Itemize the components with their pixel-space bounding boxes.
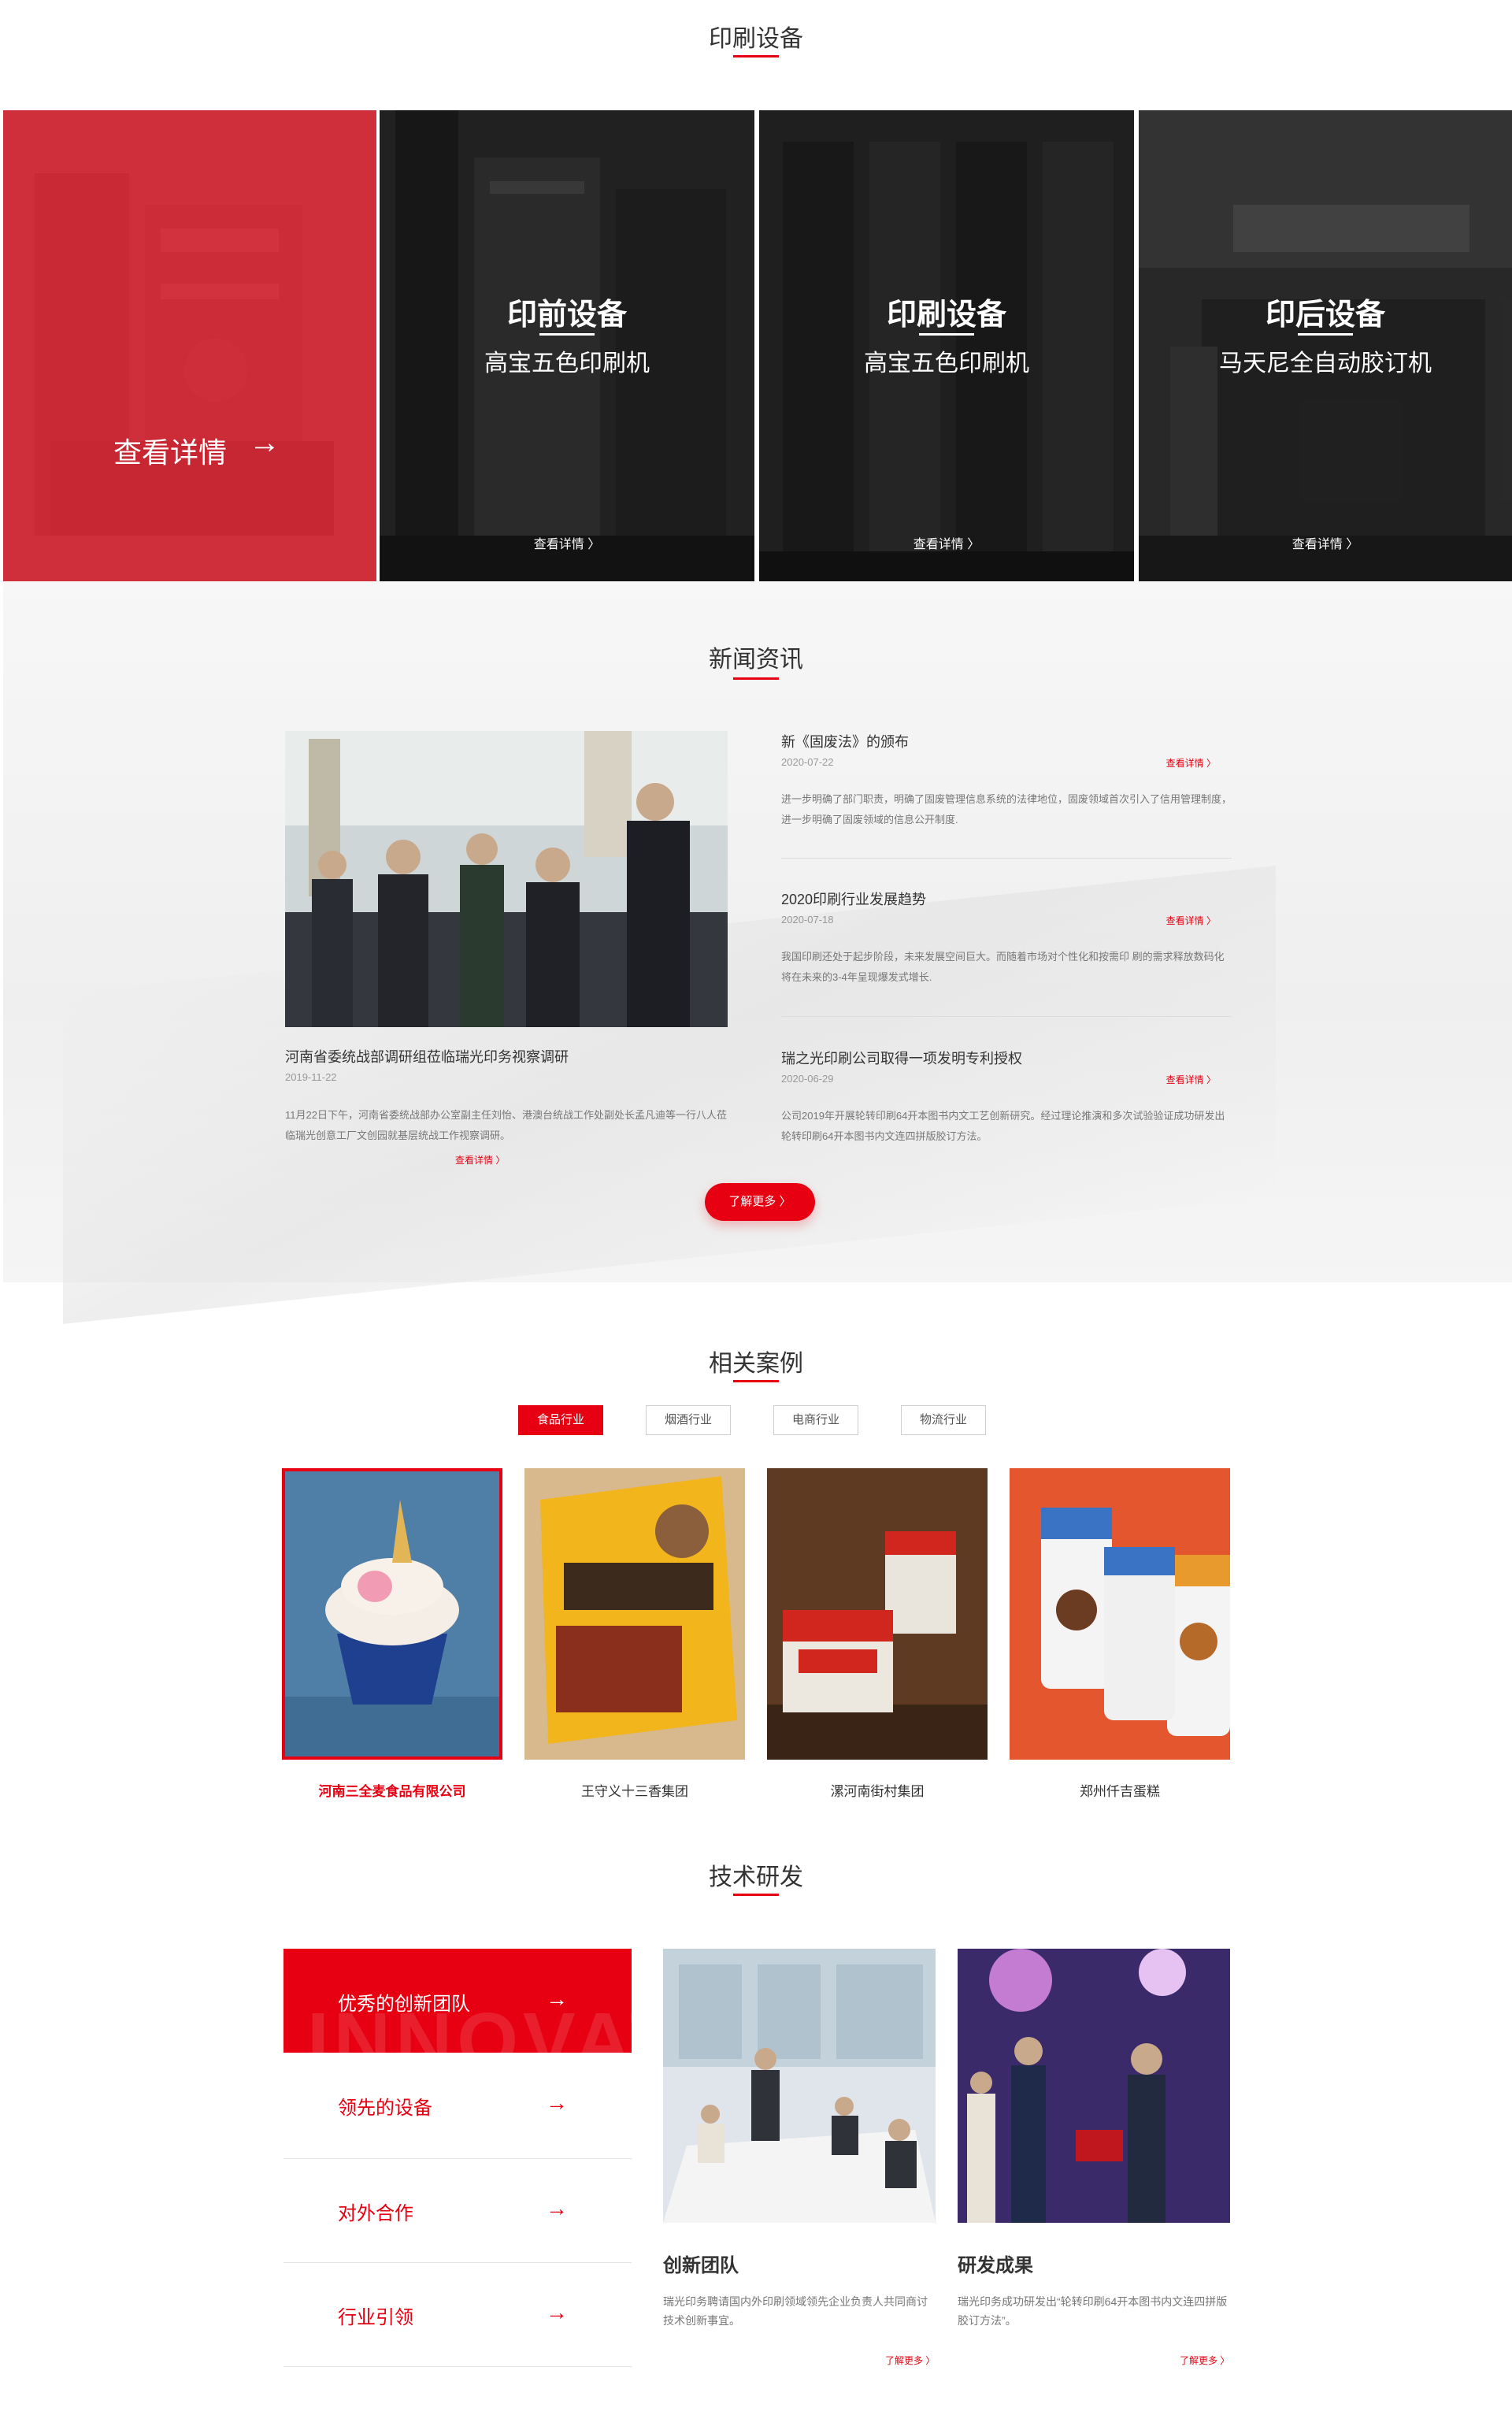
news-list-item[interactable]: 新《固废法》的颁布 2020-07-22 查看详情 〉 进一步明确了部门职责，明… [781, 731, 1232, 825]
news-more-button[interactable]: 了解更多 〉 [705, 1183, 815, 1221]
equipment-category: 印后设备 [1265, 299, 1385, 332]
news-main-detail-link[interactable]: 查看详情 〉 [455, 1153, 505, 1167]
noodle-cup-photo [767, 1468, 988, 1760]
title-underline [733, 677, 779, 680]
news-item-title[interactable]: 新《固废法》的颁布 [781, 731, 1232, 751]
news-item-summary: 进一步明确了部门职责，明确了固废管理信息系统的法律地位，固废领域首次引入了信用管… [781, 793, 1232, 825]
news-item-detail-link[interactable]: 查看详情 〉 [1166, 914, 1216, 927]
tech-menu-label: 优秀的创新团队 [338, 1994, 470, 2015]
tab-tobacco-wine-industry[interactable]: 烟酒行业 [646, 1405, 731, 1435]
tech-card-title[interactable]: 研发成果 [958, 2250, 1033, 2277]
arrow-right-icon: → [249, 425, 280, 460]
category-divider [539, 333, 595, 336]
snack-package-photo [1010, 1468, 1230, 1760]
tech-menu-label: 对外合作 [338, 2203, 413, 2224]
equipment-detail-link[interactable]: 查看详情 〉 [1139, 533, 1512, 552]
tab-ecommerce-industry[interactable]: 电商行业 [773, 1405, 858, 1435]
tech-section-title: 技术研发 [709, 1864, 803, 1890]
news-main-date: 2019-11-22 [285, 1071, 337, 1083]
tech-menu-industry-leadership[interactable]: 行业引领 → [284, 2262, 632, 2366]
equipment-name: 高宝五色印刷机 [484, 351, 650, 377]
case-name[interactable]: 王守义十三香集团 [524, 1780, 745, 1800]
news-list-item[interactable]: 瑞之光印刷公司取得一项发明专利授权 2020-06-29 查看详情 〉 公司20… [781, 1048, 1232, 1142]
tech-menu-label: 领先的设备 [338, 2098, 432, 2119]
equipment-card-prepress[interactable]: 印前设备 高宝五色印刷机 查看详情 〉 [380, 110, 754, 581]
arrow-right-icon: → [546, 2196, 568, 2220]
meeting-room-photo [663, 1949, 936, 2223]
news-item-date: 2020-07-18 [781, 914, 834, 926]
news-item-summary: 公司2019年开展轮转印刷64开本图书内文工艺创新研究。经过理论推演和多次试验验… [781, 1110, 1225, 1142]
tech-menu-label: 行业引领 [338, 2307, 413, 2328]
news-item-detail-link[interactable]: 查看详情 〉 [1166, 1073, 1216, 1086]
news-item-date: 2020-07-22 [781, 756, 834, 768]
tech-menu-leading-equipment[interactable]: 领先的设备 → [284, 2053, 632, 2157]
spice-package-photo [524, 1468, 745, 1760]
tab-food-industry[interactable]: 食品行业 [518, 1405, 603, 1435]
red-overlay [3, 110, 376, 581]
tech-card-more-link[interactable]: 了解更多 〉 [885, 2354, 935, 2367]
news-divider [781, 1016, 1232, 1017]
cases-section-title: 相关案例 [709, 1351, 803, 1377]
arrow-right-icon: → [546, 1987, 568, 2011]
news-main-title[interactable]: 河南省委统战部调研组莅临瑞光印务视察调研 [285, 1046, 569, 1067]
case-image-noodle-cup[interactable] [767, 1468, 988, 1760]
tech-menu-innovation-team[interactable]: INNOVAT 优秀的创新团队 → [284, 1949, 632, 2053]
tech-card-title[interactable]: 创新团队 [663, 2250, 739, 2277]
equipment-category: 印刷设备 [886, 299, 1006, 332]
equipment-detail-link[interactable]: 查看详情 〉 [759, 533, 1134, 552]
tech-card-more-link[interactable]: 了解更多 〉 [1180, 2354, 1229, 2367]
news-main-summary: 11月22日下午，河南省委统战部办公室副主任刘怡、港澳台统战工作处副处长孟凡迪等… [285, 1109, 727, 1141]
case-name[interactable]: 漯河南街村集团 [767, 1780, 988, 1800]
tech-menu-cooperation[interactable]: 对外合作 → [284, 2158, 632, 2262]
case-image-cake-snack[interactable] [1010, 1468, 1230, 1760]
tech-menu-divider [284, 2366, 632, 2367]
cupcake-photo [282, 1468, 502, 1760]
news-item-date: 2020-06-29 [781, 1073, 834, 1085]
case-image-spice-package[interactable] [524, 1468, 745, 1760]
news-list-item[interactable]: 2020印刷行业发展趋势 2020-07-18 查看详情 〉 我国印刷还处于起步… [781, 888, 1232, 983]
tech-card-description: 瑞光印务聘请国内外印刷领域领先企业负责人共同商讨技术创新事宜。 [663, 2295, 928, 2327]
officials-visit-photo [285, 731, 728, 1027]
title-underline [733, 1380, 779, 1382]
news-section-title: 新闻资讯 [709, 647, 803, 673]
case-name[interactable]: 郑州仟吉蛋糕 [1010, 1780, 1230, 1800]
equipment-featured-panel[interactable]: 查看详情 → [3, 110, 376, 581]
equipment-category: 印前设备 [506, 299, 627, 332]
award-ceremony-photo [958, 1949, 1230, 2223]
news-main-photo[interactable] [285, 731, 728, 1027]
news-item-summary: 我国印刷还处于起步阶段，未来发展空间巨大。而随着市场对个性化和按需印 刷的需求释… [781, 951, 1225, 983]
news-divider [781, 858, 1232, 859]
title-underline [733, 55, 779, 58]
title-underline [733, 1894, 779, 1896]
featured-detail-label: 查看详情 [113, 436, 228, 469]
equipment-name: 马天尼全自动胶订机 [1219, 351, 1432, 377]
case-name[interactable]: 河南三全麦食品有限公司 [282, 1780, 502, 1800]
arrow-right-icon: → [546, 2090, 568, 2115]
category-divider [1298, 333, 1353, 336]
tab-logistics-industry[interactable]: 物流行业 [901, 1405, 986, 1435]
tech-card-image-achievement[interactable] [958, 1949, 1230, 2223]
equipment-name: 高宝五色印刷机 [864, 351, 1029, 377]
equipment-detail-link[interactable]: 查看详情 〉 [380, 533, 754, 552]
tech-card-image-team[interactable] [663, 1949, 936, 2223]
equipment-card-printing[interactable]: 印刷设备 高宝五色印刷机 查看详情 〉 [759, 110, 1134, 581]
news-item-title[interactable]: 瑞之光印刷公司取得一项发明专利授权 [781, 1048, 1232, 1068]
equipment-card-postpress[interactable]: 印后设备 马天尼全自动胶订机 查看详情 〉 [1139, 110, 1512, 581]
equipment-section-title: 印刷设备 [709, 26, 803, 52]
news-item-detail-link[interactable]: 查看详情 〉 [1166, 756, 1216, 770]
category-divider [919, 333, 974, 336]
tech-card-description: 瑞光印务成功研发出“轮转印刷64开本图书内文连四拼版胶订方法”。 [958, 2295, 1228, 2327]
case-image-cupcake[interactable] [282, 1468, 502, 1760]
arrow-right-icon: → [546, 2300, 568, 2324]
news-item-title[interactable]: 2020印刷行业发展趋势 [781, 888, 1232, 909]
